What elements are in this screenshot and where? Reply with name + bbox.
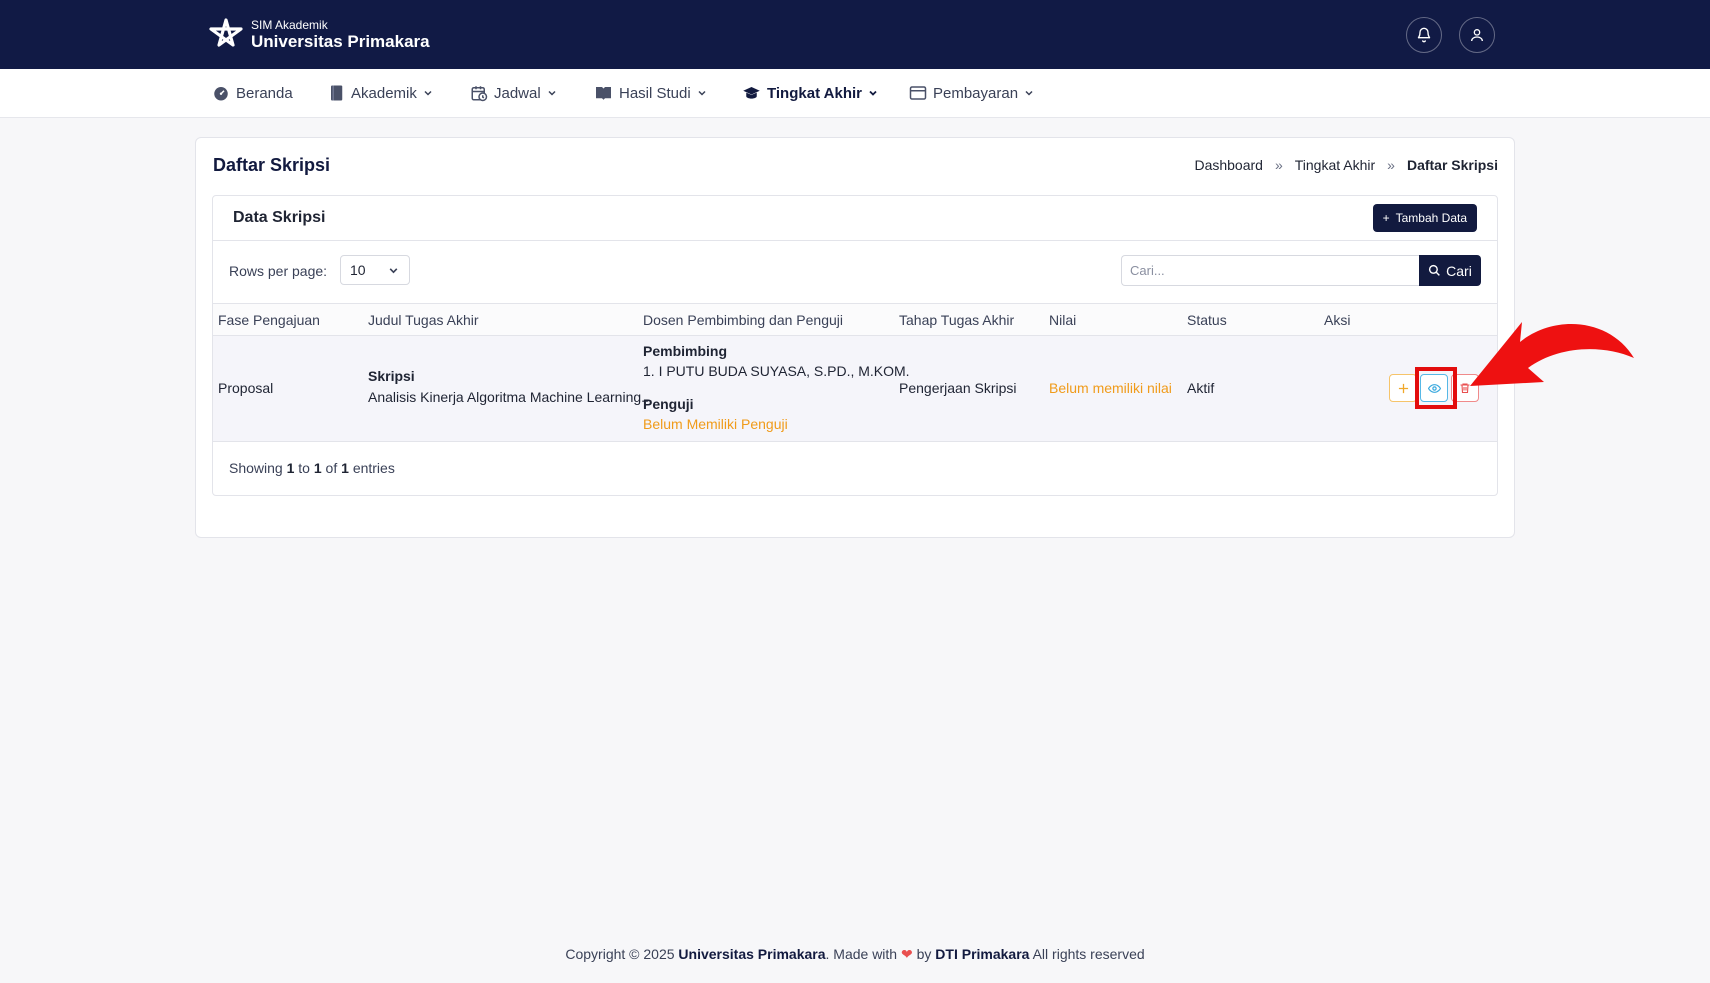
user-icon (1471, 29, 1483, 42)
column-header-judul: Judul Tugas Akhir (368, 312, 479, 328)
nav-item-label: Hasil Studi (619, 84, 691, 102)
search-button-label: Cari (1446, 262, 1472, 279)
nav-item-beranda[interactable]: Beranda (212, 83, 293, 103)
content-card: Daftar Skripsi Dashboard » Tingkat Akhir… (195, 137, 1515, 538)
heart-icon: ❤ (900, 946, 913, 962)
eye-icon (1427, 383, 1441, 393)
star-logo-icon (209, 18, 243, 47)
nav-item-label: Pembayaran (933, 84, 1019, 102)
plus-icon (1398, 383, 1408, 393)
page-title: Daftar Skripsi (213, 155, 331, 175)
footer-team: DTI Primakara (935, 946, 1030, 962)
nav-item-label: Tingkat Akhir (767, 84, 863, 102)
cell-penguji-label: Penguji (643, 396, 694, 412)
table-row: Proposal Skripsi Analisis Kinerja Algori… (213, 336, 1497, 442)
cell-status: Aktif (1187, 380, 1215, 396)
brand-subtitle: SIM Akademik (251, 18, 328, 32)
search-button[interactable]: Cari (1419, 255, 1481, 286)
panel-title: Data Skripsi (233, 209, 326, 226)
main-nav: Beranda Akademik Jadwal Hasil Studi Ting… (0, 69, 1710, 118)
plus-icon: + (1382, 211, 1390, 225)
dashboard-icon (214, 87, 228, 101)
footer-org: Universitas Primakara (678, 946, 826, 962)
cell-pembimbing: 1. I PUTU BUDA SUYASA, S.PD., M.KOM. (643, 363, 910, 379)
add-action-button[interactable] (1389, 374, 1417, 402)
calendar-clock-icon (471, 86, 488, 102)
nav-item-pembayaran[interactable]: Pembayaran (909, 83, 1034, 103)
breadcrumb-dashboard[interactable]: Dashboard (1194, 157, 1263, 173)
nav-item-jadwal[interactable]: Jadwal (470, 83, 557, 103)
breadcrumb-tingkat-akhir[interactable]: Tingkat Akhir (1295, 157, 1375, 173)
chevron-down-icon (389, 267, 398, 273)
credit-card-icon (909, 86, 927, 100)
column-header-dosen: Dosen Pembimbing dan Penguji (643, 312, 844, 328)
column-header-nilai: Nilai (1049, 312, 1077, 328)
nav-item-tingkat-akhir[interactable]: Tingkat Akhir (742, 83, 878, 103)
cell-nilai: Belum memiliki nilai (1049, 380, 1172, 396)
rows-per-page-select[interactable]: 10 (340, 255, 410, 285)
chevron-down-icon (548, 90, 556, 96)
cell-tahap: Pengerjaan Skripsi (899, 380, 1017, 396)
column-header-fase: Fase Pengajuan (218, 312, 320, 328)
nav-item-hasil-studi[interactable]: Hasil Studi (594, 83, 707, 103)
nav-item-label: Beranda (236, 84, 293, 102)
top-bar: SIM Akademik Universitas Primakara (0, 0, 1710, 69)
red-arrow-icon (1470, 322, 1634, 386)
column-header-aksi: Aksi (1324, 312, 1351, 328)
chevron-down-icon (1025, 90, 1033, 96)
nav-item-akademik[interactable]: Akademik (329, 83, 433, 103)
cell-pembimbing-label: Pembimbing (643, 343, 728, 359)
breadcrumb-separator: » (1274, 157, 1283, 173)
cell-judul: Analisis Kinerja Algoritma Machine Learn… (368, 389, 653, 405)
breadcrumb-separator: » (1387, 157, 1395, 173)
notifications-button[interactable] (1406, 17, 1442, 53)
add-data-button[interactable]: + Tambah Data (1372, 204, 1477, 232)
cell-judul-type: Skripsi (368, 368, 415, 384)
graduation-cap-icon (743, 87, 760, 99)
brand[interactable]: SIM Akademik Universitas Primakara (205, 15, 430, 55)
open-book-icon (596, 87, 611, 100)
nav-item-label: Akademik (351, 84, 417, 102)
breadcrumb: Dashboard » Tingkat Akhir » Daftar Skrip… (1194, 157, 1498, 173)
showing-entries: Showing 1 to 1 of 1 entries (229, 460, 395, 476)
table-header: Fase Pengajuan Judul Tugas Akhir Dosen P… (213, 304, 1497, 336)
column-header-tahap: Tahap Tugas Akhir (899, 312, 1015, 328)
chevron-down-icon (869, 90, 877, 96)
chevron-down-icon (698, 90, 706, 96)
brand-name: Universitas Primakara (251, 32, 430, 51)
data-table-panel: Data Skripsi + Tambah Data Rows per page… (212, 195, 1498, 496)
book-icon (331, 85, 343, 101)
cell-fase: Proposal (218, 380, 274, 396)
breadcrumb-current: Daftar Skripsi (1406, 157, 1498, 173)
profile-button[interactable] (1459, 17, 1495, 53)
cell-penguji: Belum Memiliki Penguji (643, 416, 788, 432)
search-icon (1429, 264, 1441, 276)
chevron-down-icon (424, 90, 432, 96)
search-input[interactable] (1121, 255, 1419, 286)
bell-icon (1417, 27, 1431, 43)
view-action-button[interactable] (1420, 374, 1448, 402)
rows-per-page-value: 10 (350, 262, 366, 278)
column-header-status: Status (1187, 312, 1227, 328)
rows-per-page-label: Rows per page: (229, 263, 328, 279)
add-data-label: Tambah Data (1395, 211, 1467, 225)
copyright-footer: Copyright © 2025 Universitas Primakara. … (565, 946, 1145, 962)
nav-item-label: Jadwal (494, 84, 541, 102)
